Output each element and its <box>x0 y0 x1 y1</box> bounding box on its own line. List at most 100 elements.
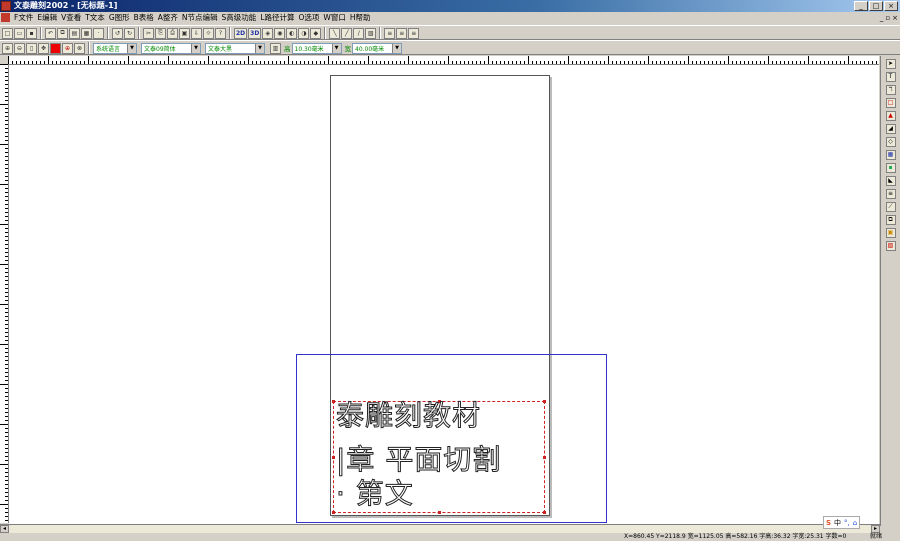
menu-node-edit[interactable]: N节点编辑 <box>180 12 220 24</box>
red-square-icon[interactable] <box>50 42 61 54</box>
fill-tool-icon[interactable]: ◢ <box>885 124 896 134</box>
canvas-text-line-1[interactable]: 泰雕刻教材 <box>335 400 481 431</box>
image-tool-icon[interactable]: ▨ <box>885 241 896 251</box>
node-tool-icon[interactable]: ◇ <box>885 137 896 147</box>
3d-button[interactable]: 3D <box>248 27 262 39</box>
vertical-ruler[interactable] <box>0 64 9 523</box>
shape-tool-icon[interactable]: ▲ <box>885 111 896 121</box>
lock-ratio-icon[interactable]: ▥ <box>270 42 281 54</box>
app-icon[interactable] <box>1 1 11 11</box>
scroll-right-icon[interactable]: ▸ <box>871 525 880 533</box>
mdi-minimize-button[interactable]: _ <box>880 13 884 23</box>
scroll-left-icon[interactable]: ◂ <box>0 525 9 533</box>
horizontal-ruler[interactable] <box>8 56 879 65</box>
resize-handle[interactable] <box>332 511 335 514</box>
chevron-down-icon[interactable]: ▼ <box>392 43 401 53</box>
zoom-out-icon[interactable]: ⊖ <box>14 42 25 54</box>
resize-handle[interactable] <box>332 456 335 459</box>
menu-edit[interactable]: E编辑 <box>35 12 59 24</box>
menu-window[interactable]: W窗口 <box>321 12 347 24</box>
tool-e-icon[interactable]: ◆ <box>310 27 322 39</box>
drawing-canvas[interactable]: 泰雕刻教材 |章 平面切割 · 第文 <box>9 65 879 524</box>
tool-d-icon[interactable]: ◑ <box>298 27 310 39</box>
lightbulb-icon[interactable]: ☼ <box>203 27 214 39</box>
slant-right-icon[interactable]: ╱ <box>341 27 353 39</box>
horizontal-scrollbar[interactable]: ◂ ▸ <box>0 524 880 533</box>
print-icon[interactable]: ⎙ <box>167 27 178 39</box>
line-icon[interactable]: / <box>353 27 365 39</box>
lines-tool-icon[interactable]: ≡ <box>885 189 896 199</box>
table-tool-icon[interactable]: ▦ <box>885 150 896 160</box>
chevron-down-icon[interactable]: ▼ <box>255 43 264 53</box>
mdi-close-button[interactable]: × <box>892 13 898 23</box>
align-center-icon[interactable]: ≡ <box>396 27 408 39</box>
pan-icon[interactable]: ✥ <box>38 42 49 54</box>
disabled-icon[interactable]: · <box>93 27 104 39</box>
slant-left-icon[interactable]: ╲ <box>329 27 341 39</box>
minimize-button[interactable]: _ <box>854 1 868 11</box>
language-combo[interactable]: 系统语言 ▼ <box>93 42 137 54</box>
align-right-icon[interactable]: ≡ <box>408 27 420 39</box>
font2-combo[interactable]: 文泰大黑 ▼ <box>205 42 265 54</box>
mdi-restore-button[interactable]: ▫ <box>885 13 890 23</box>
menu-path[interactable]: L路径计算 <box>258 12 296 24</box>
open-file-icon[interactable]: ▭ <box>14 27 25 39</box>
grid-icon[interactable]: ▦ <box>81 27 92 39</box>
import-icon[interactable]: ⇩ <box>191 27 202 39</box>
menu-graphics[interactable]: G图形 <box>107 12 132 24</box>
close-button[interactable]: × <box>884 1 898 11</box>
picture-icon[interactable]: ▣ <box>179 27 190 39</box>
paste-icon[interactable]: ▤ <box>69 27 80 39</box>
tool-c-icon[interactable]: ◐ <box>286 27 298 39</box>
canvas-text-line-2[interactable]: |章 平面切割 <box>335 444 501 475</box>
frame-icon[interactable]: ▧ <box>365 27 377 39</box>
undo-edit-icon[interactable]: ↶ <box>45 27 56 39</box>
menu-advanced[interactable]: S高级功能 <box>220 12 259 24</box>
tag-tool-icon[interactable]: ◣ <box>885 176 896 186</box>
menu-view[interactable]: V查看 <box>59 12 83 24</box>
align-left-icon[interactable]: ≡ <box>384 27 396 39</box>
2d-button[interactable]: 2D <box>234 27 248 39</box>
color-tool-icon[interactable]: ▪ <box>885 163 896 173</box>
chevron-down-icon[interactable]: ▼ <box>331 43 341 53</box>
undo-icon[interactable]: ↺ <box>112 27 123 39</box>
zoom-all-icon[interactable]: ⊗ <box>74 42 85 54</box>
text-tool-icon[interactable]: T <box>885 72 896 82</box>
menu-text[interactable]: T文本 <box>83 12 107 24</box>
canvas-text-line-3[interactable]: · 第文 <box>336 478 414 509</box>
resize-handle[interactable] <box>332 400 335 403</box>
tool-b-icon[interactable]: ◉ <box>274 27 286 39</box>
width-field[interactable]: 40.00毫米 ▼ <box>352 42 402 54</box>
copy-icon[interactable]: ⧉ <box>57 27 68 39</box>
document-icon[interactable] <box>1 13 10 22</box>
chevron-down-icon[interactable]: ▼ <box>191 43 200 53</box>
zoom-red-icon[interactable]: ⊕ <box>62 42 73 54</box>
rectangle-tool-icon[interactable]: □ <box>885 98 896 108</box>
resize-handle[interactable] <box>543 400 546 403</box>
vertical-text-icon[interactable]: ℸ <box>885 85 896 95</box>
menu-table[interactable]: B表格 <box>132 12 156 24</box>
zoom-in-icon[interactable]: ⊕ <box>2 42 13 54</box>
knife-tool-icon[interactable]: ⟋ <box>885 202 896 212</box>
resize-handle[interactable] <box>543 456 546 459</box>
resize-handle[interactable] <box>438 511 441 514</box>
height-field[interactable]: 10.30毫米 ▼ <box>291 42 342 54</box>
help-icon[interactable]: ? <box>215 27 226 39</box>
ime-indicator[interactable]: S 中 °, ⌂ <box>823 516 861 529</box>
menu-options[interactable]: O选项 <box>297 12 322 24</box>
redo-icon[interactable]: ↻ <box>124 27 135 39</box>
copy-tool-icon[interactable]: ⧉ <box>885 215 896 225</box>
zoom-page-icon[interactable]: ▯ <box>26 42 37 54</box>
chevron-down-icon[interactable]: ▼ <box>127 43 136 53</box>
transform-tool-icon[interactable]: ▣ <box>885 228 896 238</box>
menu-align[interactable]: A整齐 <box>156 12 180 24</box>
maximize-button[interactable]: □ <box>869 1 883 11</box>
copy2-icon[interactable]: ⎘ <box>155 27 166 39</box>
menu-file[interactable]: F文件 <box>12 12 35 24</box>
tool-a-icon[interactable]: ◈ <box>262 27 274 39</box>
save-icon[interactable]: ▪ <box>26 27 37 39</box>
font-combo[interactable]: 文泰09简体 ▼ <box>141 42 201 54</box>
menu-help[interactable]: H帮助 <box>348 12 373 24</box>
new-file-icon[interactable]: □ <box>2 27 13 39</box>
cut-icon[interactable]: ✂ <box>143 27 154 39</box>
